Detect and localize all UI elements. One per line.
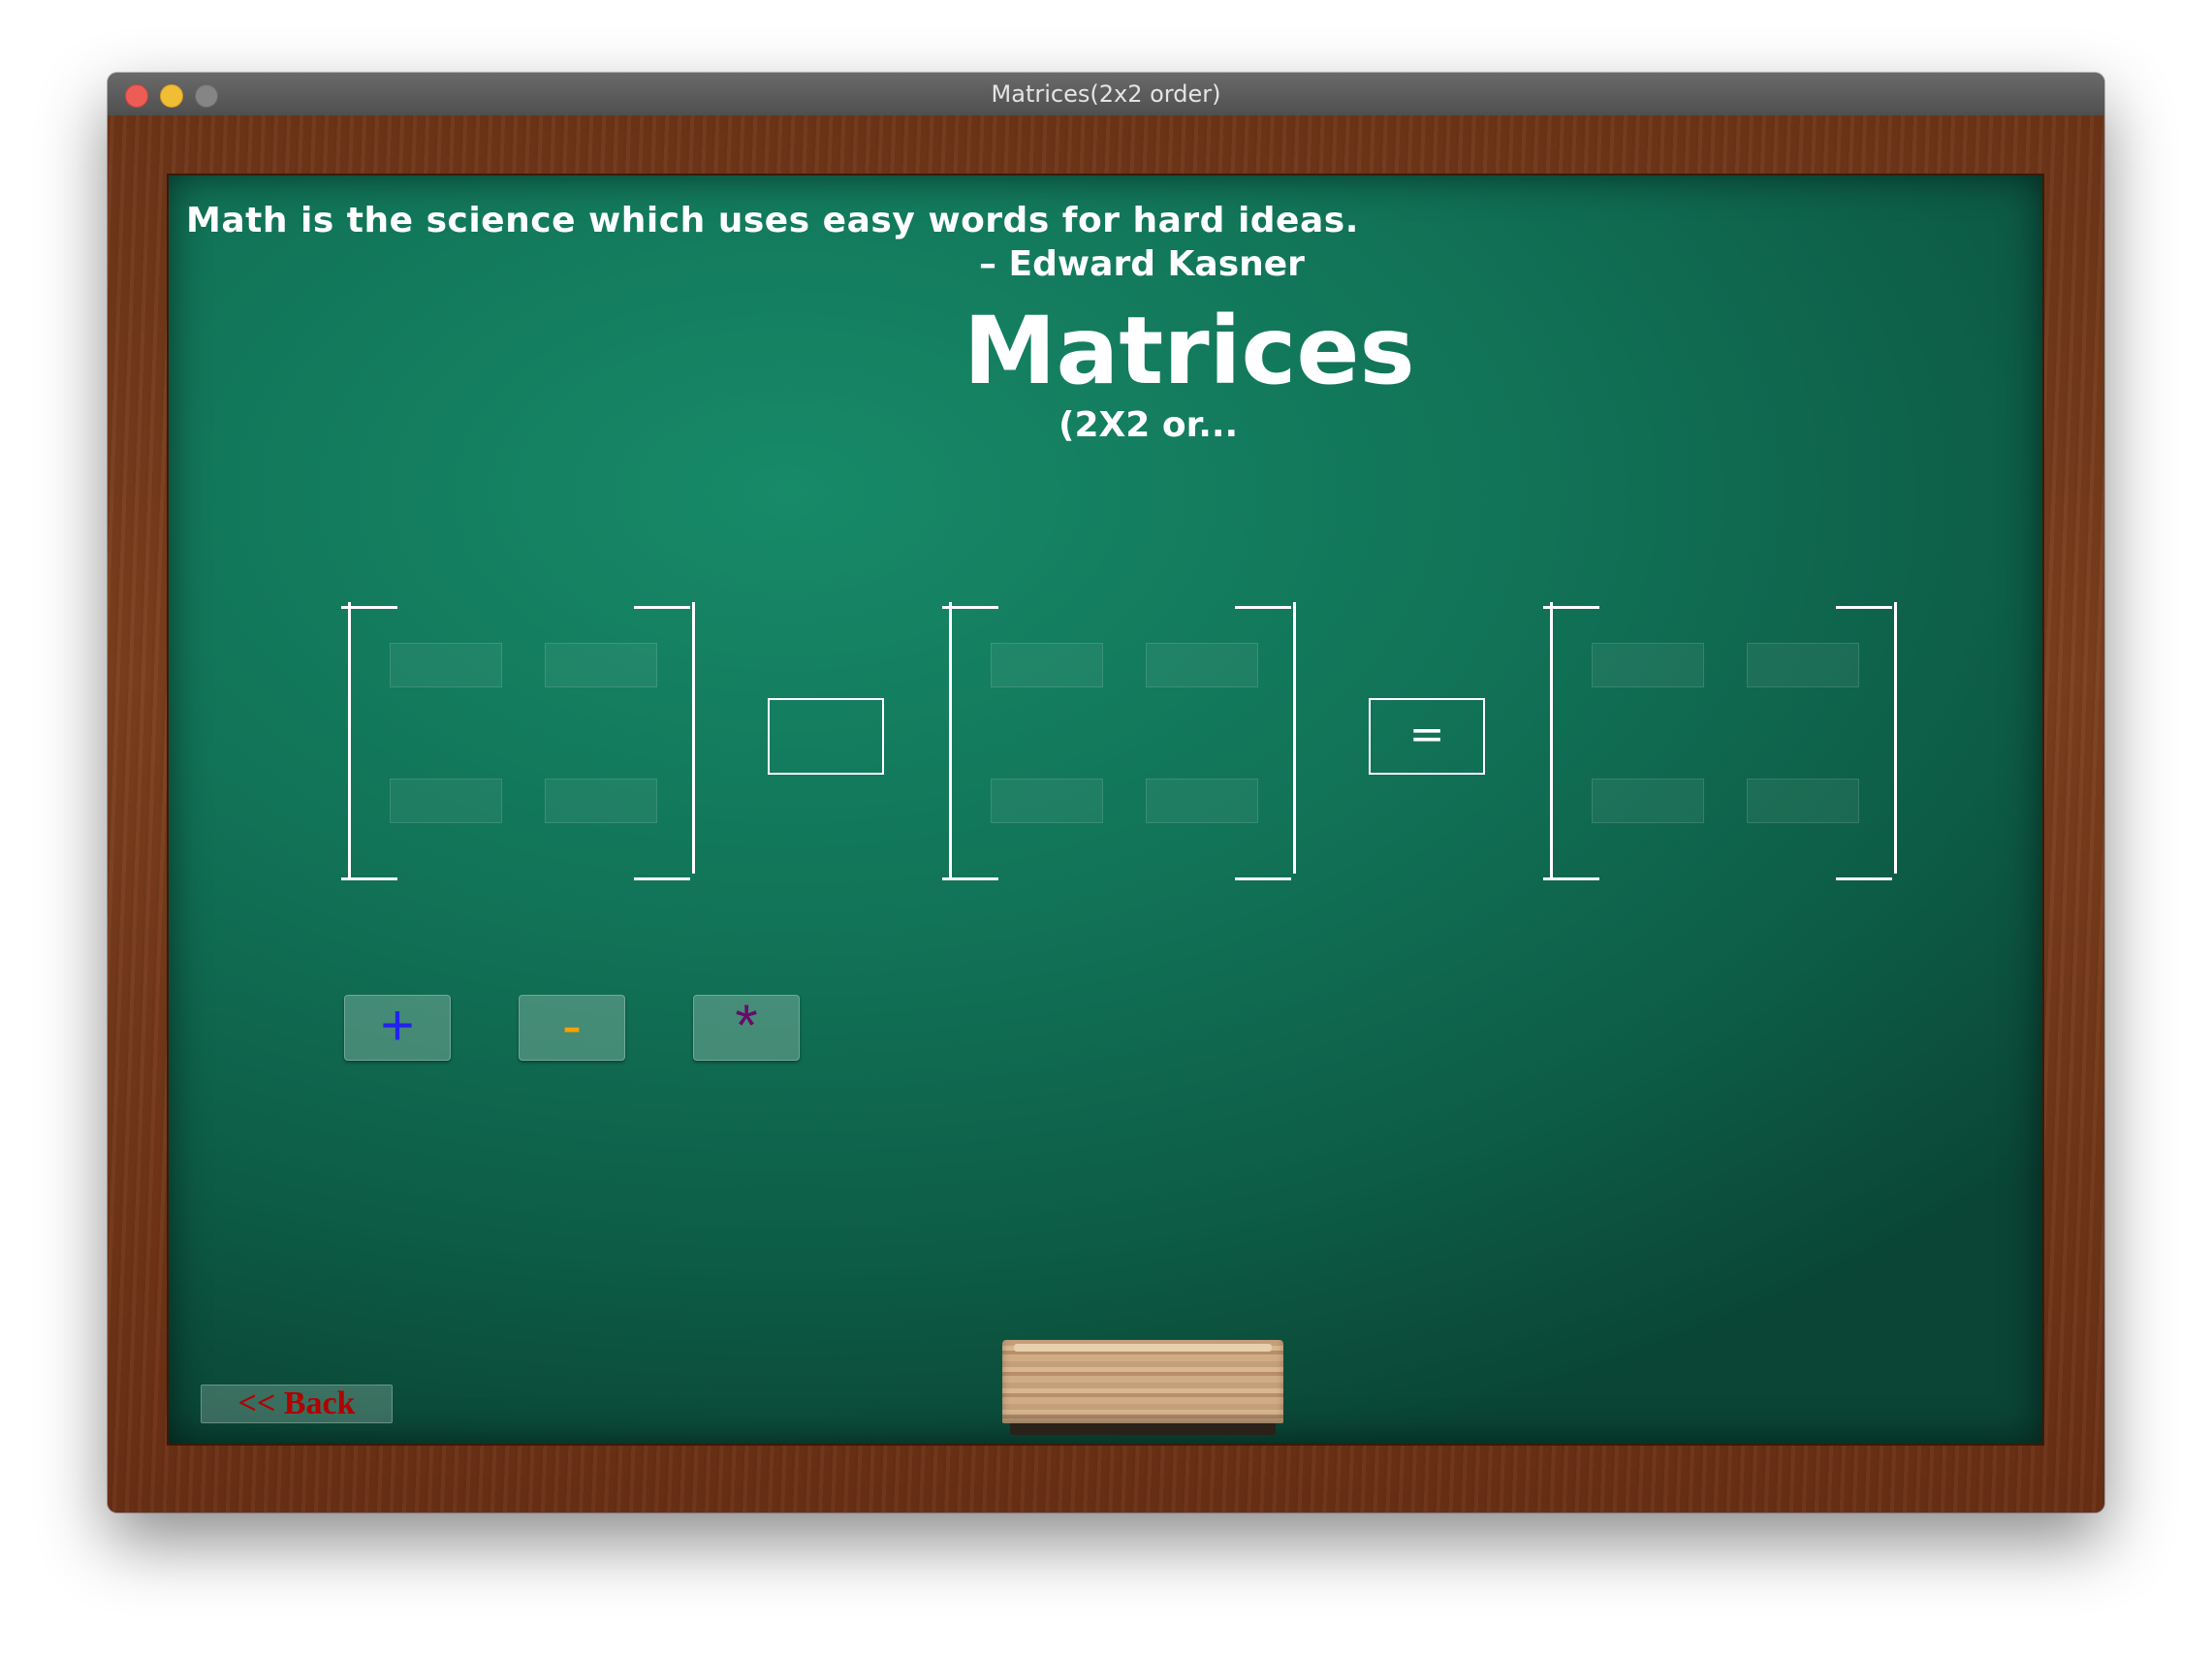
right-bracket-top: [1836, 606, 1892, 609]
matrix-a-cell-2-2[interactable]: [545, 779, 657, 823]
page-subtitle: (2X2 or...: [1059, 405, 1239, 445]
matrix-a: [341, 602, 695, 883]
right-bracket-line: [692, 602, 695, 874]
left-bracket-line: [348, 602, 351, 877]
title-bar: Matrices(2x2 order): [108, 73, 2104, 116]
result-matrix: [1543, 602, 1897, 883]
eraser-top: [1014, 1344, 1272, 1352]
add-button[interactable]: +: [344, 995, 451, 1061]
result-cell-1-2: [1747, 643, 1859, 687]
right-bracket-line: [1894, 602, 1897, 874]
right-bracket-bottom: [1235, 877, 1291, 880]
result-cell-1-1: [1592, 643, 1704, 687]
left-bracket-line: [1550, 602, 1553, 877]
multiply-button[interactable]: *: [693, 995, 800, 1061]
chalkboard: Math is the science which uses easy word…: [169, 175, 2042, 1444]
left-bracket-bottom: [341, 877, 397, 880]
eraser-felt: [1010, 1423, 1276, 1435]
left-bracket-bottom: [1543, 877, 1599, 880]
window-title: Matrices(2x2 order): [991, 80, 1221, 108]
back-button[interactable]: << Back: [201, 1385, 393, 1423]
page-title: Matrices: [964, 297, 1415, 405]
left-bracket-line: [949, 602, 952, 877]
quote-text: Math is the science which uses easy word…: [186, 201, 1359, 240]
matrix-a-cell-1-1[interactable]: [390, 643, 502, 687]
left-bracket-top: [1543, 606, 1599, 609]
right-bracket-top: [1235, 606, 1291, 609]
right-bracket-top: [634, 606, 690, 609]
matrix-a-cell-1-2[interactable]: [545, 643, 657, 687]
operator-display: [768, 698, 884, 775]
matrix-b: [942, 602, 1296, 883]
matrix-b-cell-2-2[interactable]: [1146, 779, 1258, 823]
equals-button[interactable]: =: [1369, 698, 1485, 775]
quote-author: – Edward Kasner: [979, 244, 1305, 284]
matrix-b-cell-2-1[interactable]: [991, 779, 1103, 823]
eraser-wood: [1002, 1340, 1283, 1423]
right-bracket-bottom: [1836, 877, 1892, 880]
right-bracket-bottom: [634, 877, 690, 880]
result-cell-2-1: [1592, 779, 1704, 823]
matrix-a-cell-2-1[interactable]: [390, 779, 502, 823]
matrix-b-cell-1-2[interactable]: [1146, 643, 1258, 687]
app-window: Matrices(2x2 order) Math is the science …: [108, 73, 2104, 1513]
result-cell-2-2: [1747, 779, 1859, 823]
right-bracket-line: [1293, 602, 1296, 874]
left-bracket-bottom: [942, 877, 998, 880]
chalkboard-frame: Math is the science which uses easy word…: [108, 115, 2104, 1513]
subtract-button[interactable]: -: [519, 995, 625, 1061]
chalkboard-eraser-image: [1002, 1340, 1283, 1435]
matrix-b-cell-1-1[interactable]: [991, 643, 1103, 687]
left-bracket-top: [942, 606, 998, 609]
left-bracket-top: [341, 606, 397, 609]
